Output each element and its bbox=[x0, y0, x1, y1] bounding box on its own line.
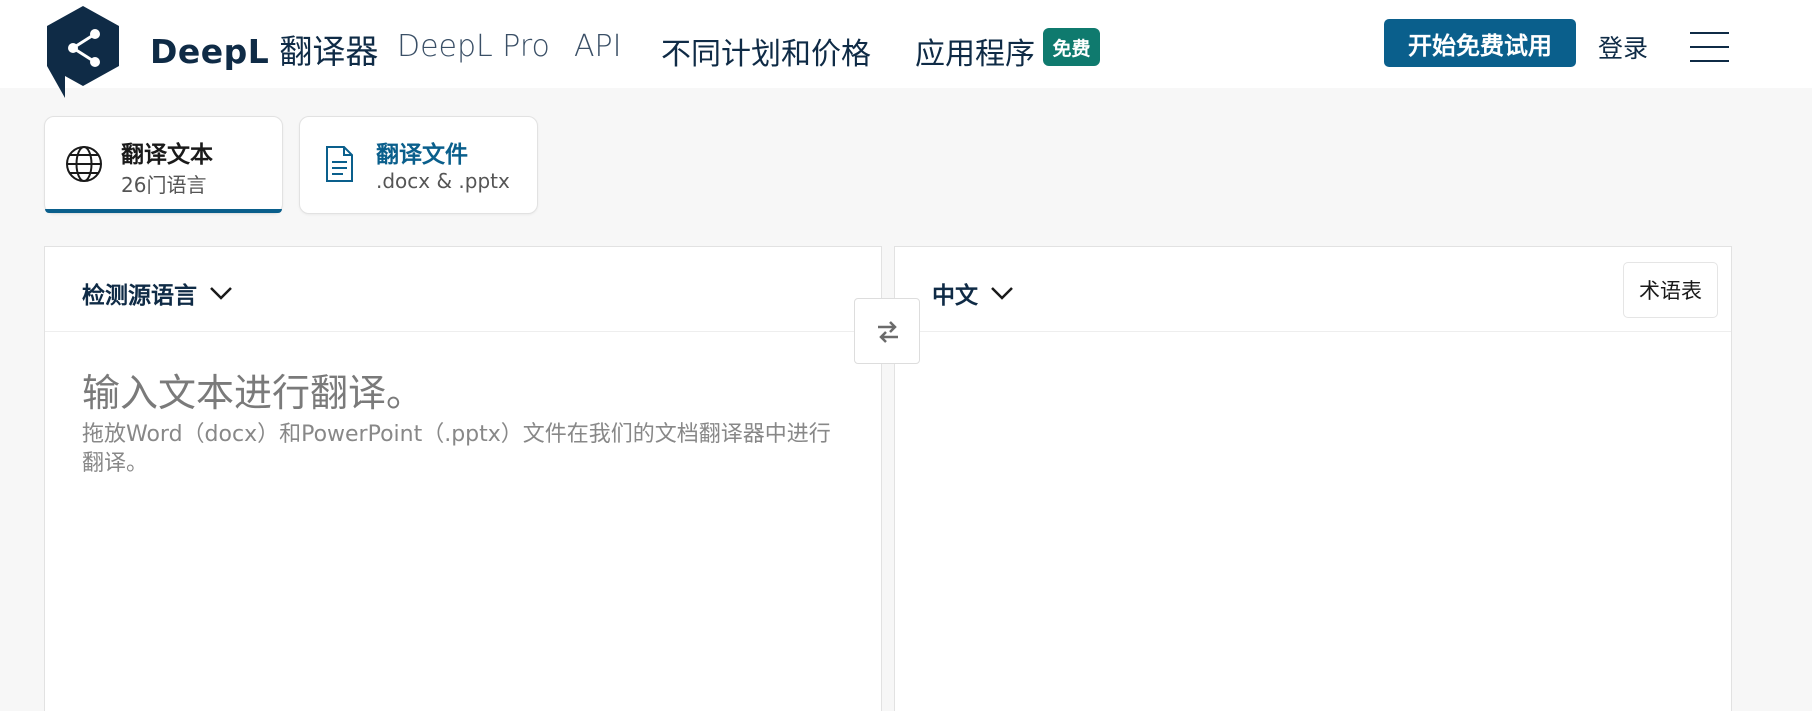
target-language-label: 中文 bbox=[932, 283, 978, 309]
chevron-down-icon bbox=[210, 287, 232, 300]
swap-arrows-icon bbox=[878, 321, 898, 343]
source-panel-header: 检测源语言 bbox=[45, 247, 881, 332]
source-panel: 检测源语言 输入文本进行翻译。 拖放Word（docx）和PowerPoint（… bbox=[44, 246, 882, 711]
nav-deepl-pro[interactable]: DeepL Pro bbox=[397, 29, 550, 64]
drop-file-hint: 拖放Word（docx）和PowerPoint（.pptx）文件在我们的文档翻译… bbox=[82, 422, 831, 476]
source-text-input[interactable]: 输入文本进行翻译。 bbox=[82, 362, 424, 417]
globe-icon bbox=[66, 146, 102, 182]
deepl-logo-icon[interactable] bbox=[43, 4, 123, 102]
top-bar: DeepL 翻译器 DeepL Pro API 不同计划和价格 应用程序 免费 开… bbox=[0, 0, 1812, 98]
glossary-button[interactable]: 术语表 bbox=[1623, 262, 1718, 318]
free-badge: 免费 bbox=[1043, 28, 1100, 66]
tab-title: 翻译文件 bbox=[376, 142, 468, 168]
tab-subtitle: 26门语言 bbox=[121, 173, 207, 197]
nav-apps[interactable]: 应用程序 bbox=[915, 29, 1035, 73]
target-panel: 中文 术语表 bbox=[894, 246, 1732, 711]
nav-api[interactable]: API bbox=[574, 29, 621, 64]
brand-product: 翻译器 bbox=[279, 32, 379, 71]
target-language-select[interactable]: 中文 bbox=[932, 276, 1014, 310]
active-tab-indicator bbox=[45, 209, 282, 213]
document-icon bbox=[326, 146, 353, 182]
swap-languages-button[interactable] bbox=[854, 298, 920, 364]
tab-subtitle: .docx & .pptx bbox=[376, 169, 510, 193]
start-free-trial-button[interactable]: 开始免费试用 bbox=[1384, 19, 1576, 67]
source-language-label: 检测源语言 bbox=[82, 283, 197, 309]
nav-pricing[interactable]: 不同计划和价格 bbox=[661, 29, 871, 73]
tab-title: 翻译文本 bbox=[121, 142, 213, 168]
hamburger-icon[interactable] bbox=[1690, 32, 1729, 62]
brand-title[interactable]: DeepL 翻译器 bbox=[150, 25, 378, 73]
login-link[interactable]: 登录 bbox=[1598, 29, 1648, 65]
chevron-down-icon bbox=[991, 287, 1013, 300]
target-panel-header: 中文 术语表 bbox=[895, 247, 1731, 332]
source-language-select[interactable]: 检测源语言 bbox=[82, 276, 233, 310]
brand-name: DeepL bbox=[150, 32, 270, 71]
tab-translate-files[interactable]: 翻译文件 .docx & .pptx bbox=[299, 116, 538, 214]
tab-translate-text[interactable]: 翻译文本 26门语言 bbox=[44, 116, 283, 214]
